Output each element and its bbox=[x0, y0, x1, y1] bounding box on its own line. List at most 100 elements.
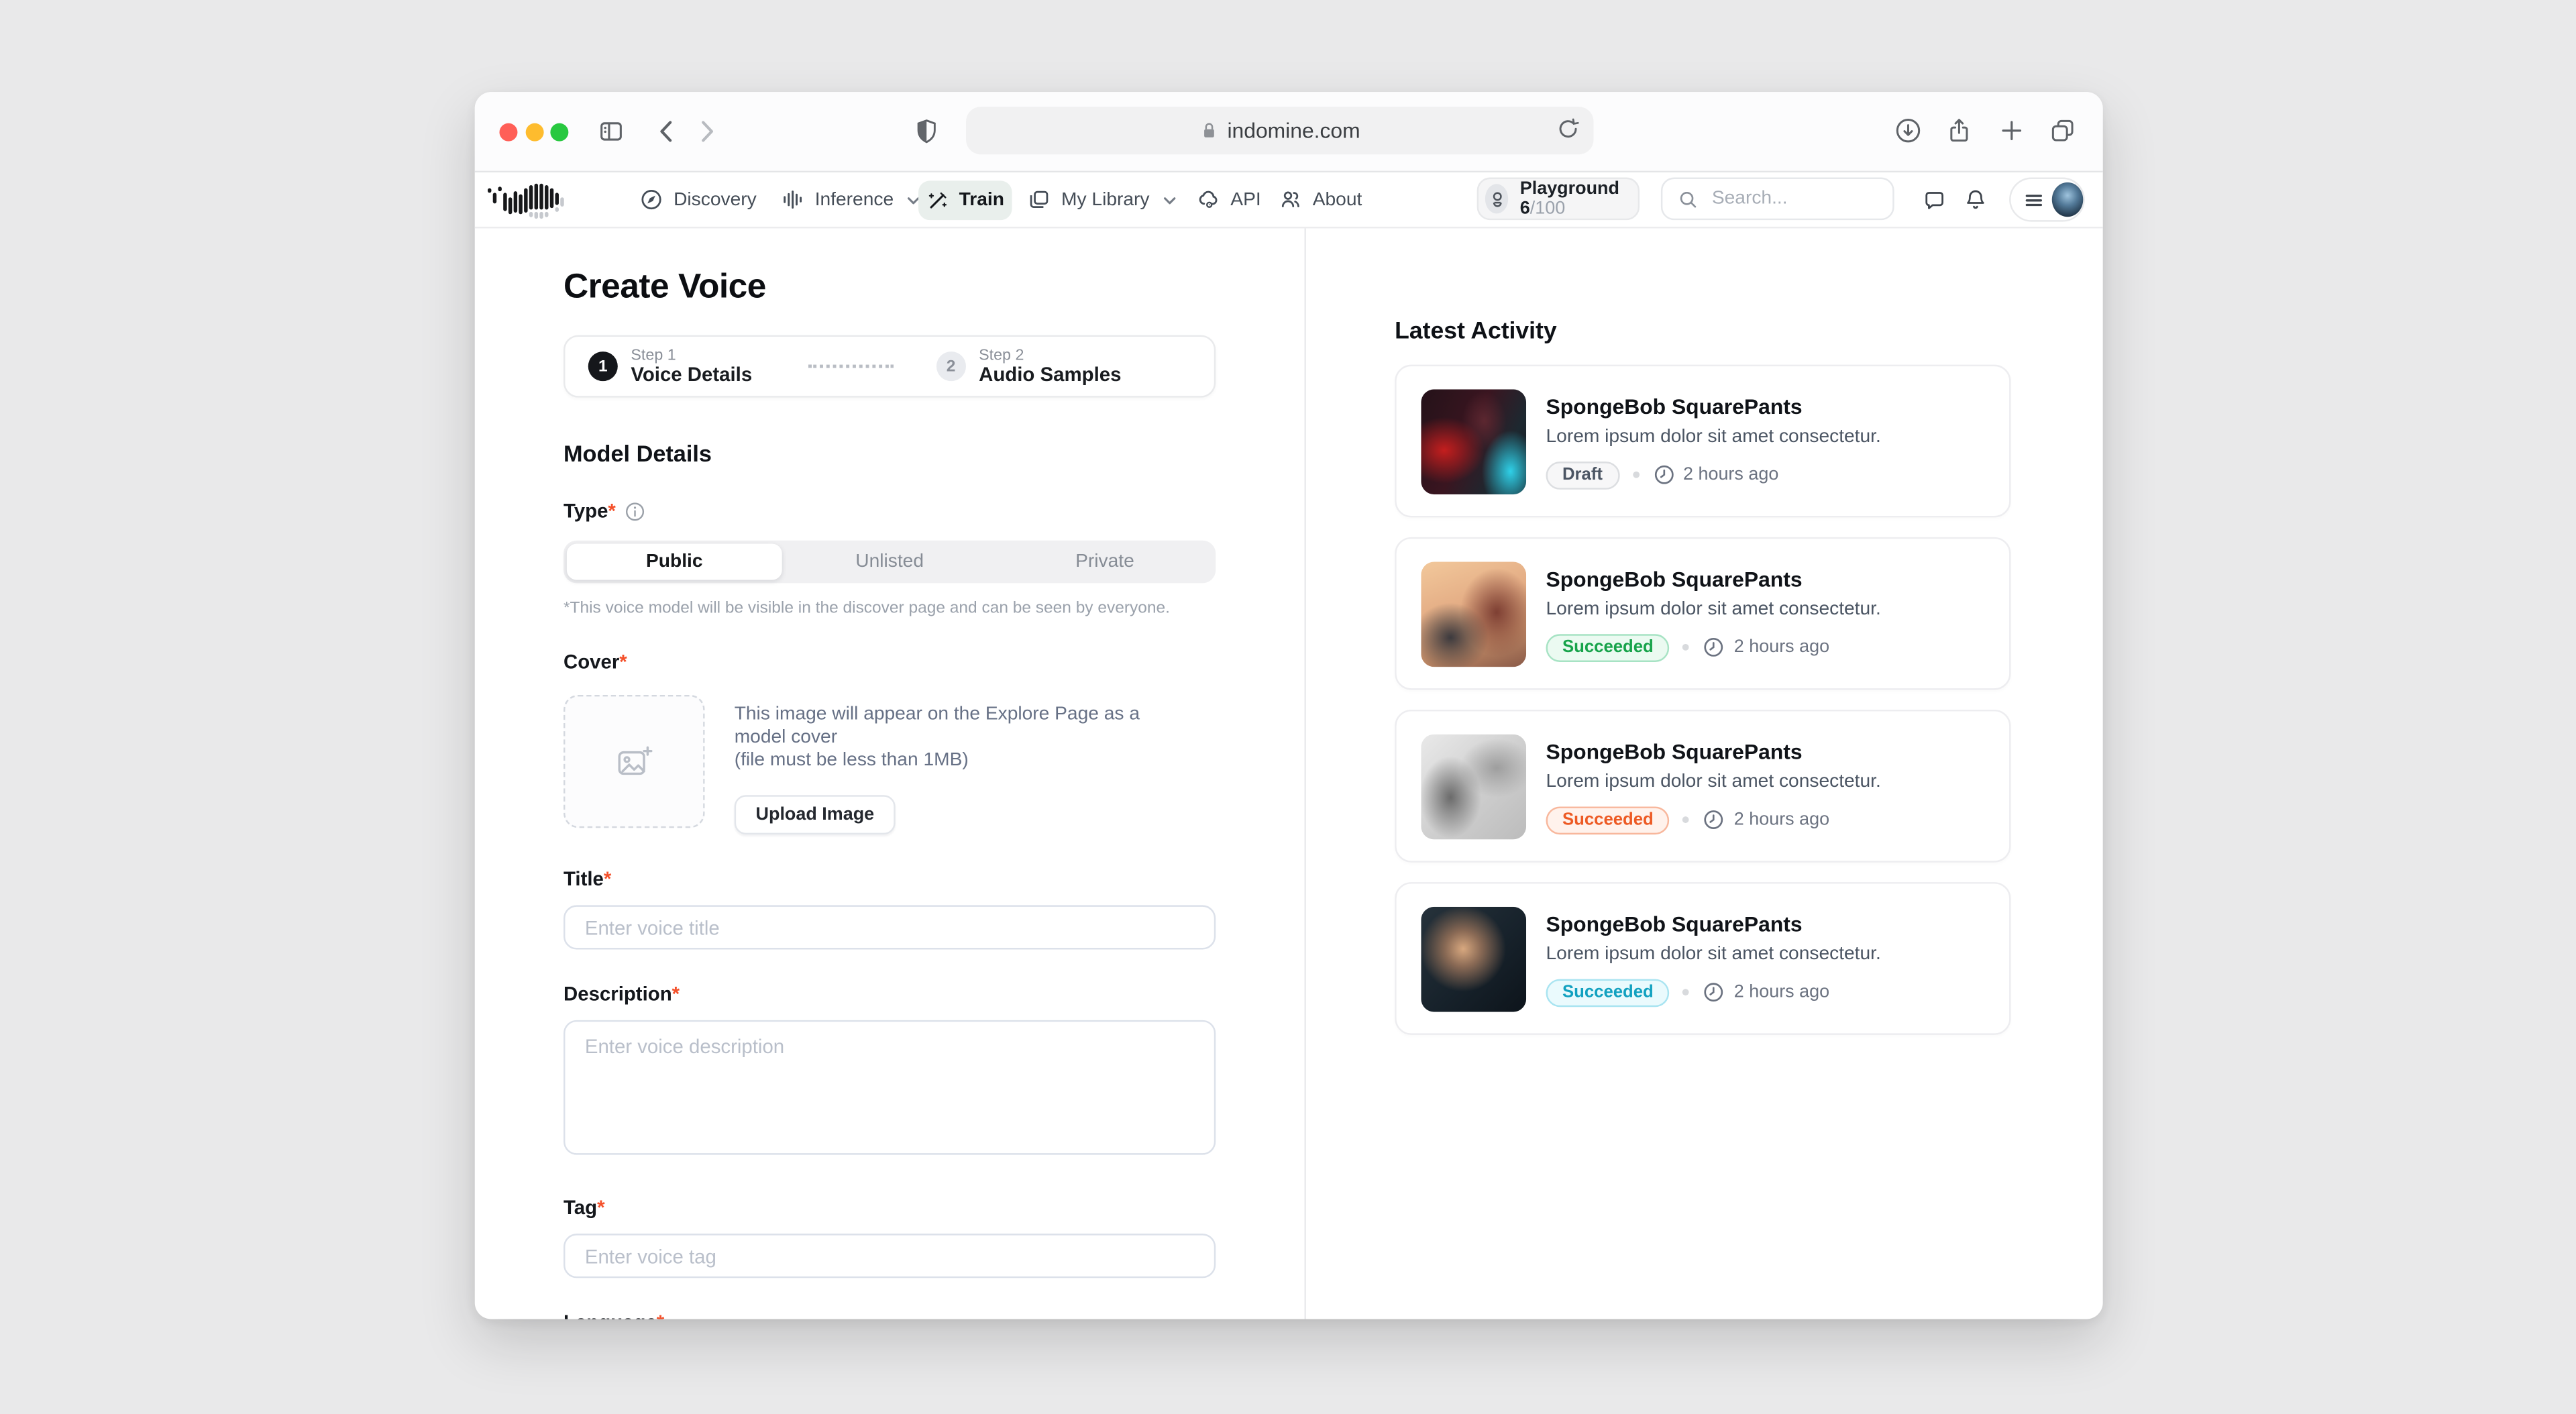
activity-card[interactable]: SpongeBob SquarePants Lorem ipsum dolor … bbox=[1395, 537, 2010, 690]
status-badge: Draft bbox=[1546, 461, 1619, 489]
timestamp: 2 hours ago bbox=[1703, 981, 1829, 1003]
refresh-icon[interactable] bbox=[1556, 117, 1580, 142]
hamburger-menu-icon bbox=[2024, 190, 2043, 209]
playground-credits-badge[interactable]: Playground 6/100 bbox=[1477, 177, 1640, 220]
type-label: Type* bbox=[564, 499, 1216, 522]
nav-label: API bbox=[1230, 190, 1260, 209]
cloud-gear-icon bbox=[1196, 187, 1221, 212]
stepper: 1 Step 1 Voice Details 2 Step 2 Audio bbox=[564, 335, 1216, 398]
create-voice-pane: Create Voice 1 Step 1 Voice Details 2 bbox=[475, 228, 1306, 1319]
info-icon[interactable] bbox=[624, 500, 645, 522]
activity-card[interactable]: SpongeBob SquarePants Lorem ipsum dolor … bbox=[1395, 365, 2010, 518]
library-folder-icon bbox=[1027, 187, 1052, 212]
browser-window: indomine.com bbox=[475, 92, 2103, 1319]
nav-label: My Library bbox=[1061, 190, 1149, 209]
cover-label: Cover* bbox=[564, 651, 1216, 673]
step-label: Audio Samples bbox=[979, 365, 1121, 386]
cover-dropzone[interactable] bbox=[564, 695, 705, 828]
new-tab-icon[interactable] bbox=[1998, 117, 2026, 145]
step-voice-details[interactable]: 1 Step 1 Voice Details bbox=[588, 347, 752, 386]
search-input[interactable] bbox=[1709, 187, 1880, 210]
card-description: Lorem ipsum dolor sit amet consectetur. bbox=[1546, 427, 1984, 446]
status-badge: Succeeded bbox=[1546, 978, 1670, 1006]
card-description: Lorem ipsum dolor sit amet consectetur. bbox=[1546, 599, 1984, 618]
waveform-logo-icon bbox=[486, 178, 568, 221]
type-option-private[interactable]: Private bbox=[998, 544, 1213, 580]
account-menu[interactable] bbox=[2009, 177, 2085, 221]
clock-icon bbox=[1652, 464, 1674, 486]
tab-overview-icon[interactable] bbox=[2049, 117, 2077, 145]
card-title: SpongeBob SquarePants bbox=[1546, 911, 1984, 936]
status-badge: Succeeded bbox=[1546, 806, 1670, 834]
forward-icon[interactable] bbox=[693, 118, 719, 144]
zoom-window-button[interactable] bbox=[550, 122, 568, 140]
section-title: Model Details bbox=[564, 440, 1216, 466]
share-icon[interactable] bbox=[1945, 117, 1974, 145]
activity-card[interactable]: SpongeBob SquarePants Lorem ipsum dolor … bbox=[1395, 710, 2010, 863]
back-icon[interactable] bbox=[654, 118, 680, 144]
privacy-shield-icon[interactable] bbox=[912, 117, 941, 146]
minimize-window-button[interactable] bbox=[525, 122, 543, 140]
step-indicator: 2 bbox=[936, 351, 965, 381]
compass-icon bbox=[639, 187, 664, 212]
clock-icon bbox=[1703, 636, 1725, 659]
card-description: Lorem ipsum dolor sit amet consectetur. bbox=[1546, 944, 1984, 963]
waveform-icon bbox=[780, 187, 805, 212]
timestamp: 2 hours ago bbox=[1703, 808, 1829, 831]
status-badge: Succeeded bbox=[1546, 633, 1670, 661]
activity-card[interactable]: SpongeBob SquarePants Lorem ipsum dolor … bbox=[1395, 882, 2010, 1035]
type-option-unlisted[interactable]: Unlisted bbox=[782, 544, 998, 580]
nav-item-inference[interactable]: Inference bbox=[780, 172, 921, 227]
description-textarea[interactable] bbox=[564, 1020, 1216, 1155]
search-box[interactable] bbox=[1661, 177, 1894, 220]
feedback-chat-icon[interactable] bbox=[1922, 172, 1947, 227]
voice-cover-thumbnail bbox=[1421, 733, 1526, 838]
tag-input[interactable] bbox=[564, 1234, 1216, 1278]
address-bar[interactable]: indomine.com bbox=[966, 107, 1594, 154]
avatar bbox=[2052, 182, 2084, 217]
step-kicker: Step 2 bbox=[979, 347, 1121, 365]
type-segmented-control: Public Unlisted Private bbox=[564, 541, 1216, 584]
activity-pane: Latest Activity SpongeBob SquarePants Lo… bbox=[1306, 228, 2103, 1319]
close-window-button[interactable] bbox=[499, 122, 517, 140]
sidebar-toggle-icon[interactable] bbox=[596, 117, 626, 146]
timestamp: 2 hours ago bbox=[1652, 464, 1778, 486]
nav-item-train[interactable]: Train bbox=[918, 180, 1012, 219]
people-icon bbox=[1278, 187, 1303, 212]
dot-separator bbox=[1683, 989, 1690, 995]
credits-icon bbox=[1485, 184, 1509, 213]
app-navbar: Discovery Inference Train bbox=[475, 172, 2103, 228]
search-icon bbox=[1677, 188, 1699, 209]
window-controls bbox=[499, 122, 568, 140]
dot-separator bbox=[1683, 816, 1690, 823]
upload-image-button[interactable]: Upload Image bbox=[735, 795, 896, 834]
type-option-public[interactable]: Public bbox=[567, 544, 782, 580]
card-title: SpongeBob SquarePants bbox=[1546, 394, 1984, 419]
nav-item-about[interactable]: About bbox=[1278, 172, 1362, 227]
clock-icon bbox=[1703, 808, 1725, 831]
nav-label: Inference bbox=[815, 190, 894, 209]
activity-heading: Latest Activity bbox=[1395, 319, 2010, 345]
title-input[interactable] bbox=[564, 905, 1216, 949]
step-audio-samples[interactable]: 2 Step 2 Audio Samples bbox=[936, 347, 1121, 386]
downloads-icon[interactable] bbox=[1894, 117, 1923, 145]
voice-cover-thumbnail bbox=[1421, 561, 1526, 666]
dot-separator bbox=[1683, 644, 1690, 651]
lock-icon bbox=[1199, 120, 1219, 142]
nav-item-my-library[interactable]: My Library bbox=[1027, 172, 1178, 227]
nav-item-api[interactable]: API bbox=[1196, 172, 1261, 227]
nav-item-discovery[interactable]: Discovery bbox=[639, 172, 757, 227]
app-logo[interactable] bbox=[486, 172, 568, 227]
title-label: Title* bbox=[564, 867, 1216, 890]
card-title: SpongeBob SquarePants bbox=[1546, 739, 1984, 763]
magic-wand-icon bbox=[926, 188, 949, 211]
notifications-bell-icon[interactable] bbox=[1964, 172, 1988, 227]
step-kicker: Step 1 bbox=[631, 347, 752, 365]
step-indicator: 1 bbox=[588, 351, 618, 381]
page-title: Create Voice bbox=[564, 268, 1216, 307]
card-title: SpongeBob SquarePants bbox=[1546, 566, 1984, 591]
url-text: indomine.com bbox=[1227, 118, 1360, 143]
voice-cover-thumbnail bbox=[1421, 906, 1526, 1012]
voice-cover-thumbnail bbox=[1421, 388, 1526, 494]
nav-label: Train bbox=[959, 190, 1004, 209]
